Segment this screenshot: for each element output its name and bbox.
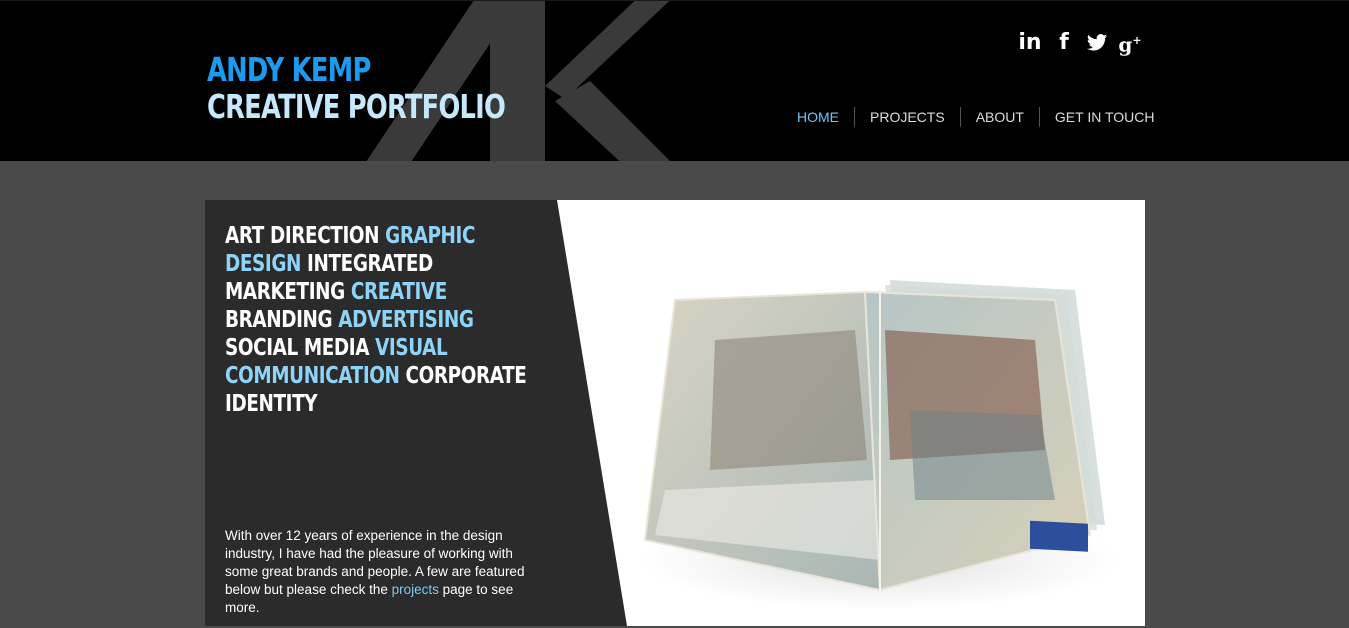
facebook-icon[interactable]: f	[1052, 30, 1076, 55]
linkedin-icon[interactable]: in	[1018, 30, 1042, 55]
site-header: ANDY KEMP CREATIVE PORTFOLIO in f g+ HOM…	[0, 0, 1349, 161]
projects-link[interactable]: projects	[392, 582, 439, 597]
tagline-part: BRANDING	[225, 307, 339, 333]
twitter-icon[interactable]	[1086, 33, 1108, 53]
google-plus-icon[interactable]: g+	[1118, 29, 1142, 57]
logo-subtitle: CREATIVE PORTFOLIO	[207, 87, 506, 126]
nav-get-in-touch[interactable]: GET IN TOUCH	[1038, 107, 1170, 127]
tagline-part: ART DIRECTION	[225, 223, 386, 249]
tagline-part: ADVERTISING	[338, 307, 474, 333]
logo-name: ANDY KEMP	[207, 50, 371, 89]
main-nav: HOME PROJECTS ABOUT GET IN TOUCH	[782, 107, 1170, 127]
tagline-part: CREATIVE	[350, 279, 447, 305]
nav-about[interactable]: ABOUT	[959, 107, 1039, 127]
nav-home[interactable]: HOME	[782, 107, 854, 127]
tagline-part: SOCIAL MEDIA	[225, 335, 376, 361]
magazine-mockup-image	[640, 280, 1120, 610]
intro-text: With over 12 years of experience in the …	[225, 527, 545, 617]
social-links: in f g+	[1018, 29, 1142, 57]
site-logo[interactable]: ANDY KEMP CREATIVE PORTFOLIO	[207, 50, 506, 126]
nav-projects[interactable]: PROJECTS	[854, 107, 960, 127]
services-tagline: ART DIRECTION GRAPHIC DESIGN INTEGRATED …	[225, 222, 529, 418]
hero-banner: ART DIRECTION GRAPHIC DESIGN INTEGRATED …	[205, 200, 1145, 626]
